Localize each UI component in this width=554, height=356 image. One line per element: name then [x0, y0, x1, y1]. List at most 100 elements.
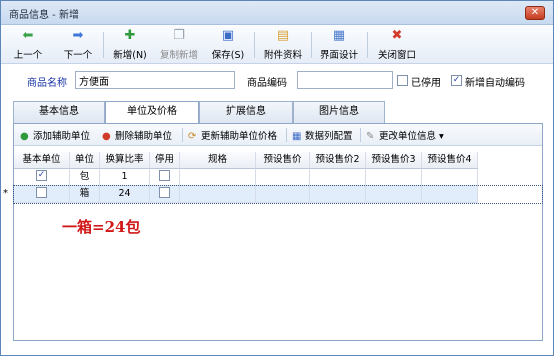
column-header[interactable]: 预设售价3 [366, 152, 422, 169]
product-name-input[interactable] [75, 71, 235, 89]
table-row[interactable]: * 箱 24 [3, 185, 543, 204]
conversion-annotation: 一箱=24包 [62, 218, 141, 236]
delete-aux-unit-button[interactable]: ● 删除辅助单位 [102, 128, 172, 142]
auto-code-checkbox[interactable]: ✓ [451, 75, 462, 86]
column-header[interactable]: 规格 [180, 152, 256, 169]
edit-unit-icon: ✎ [366, 131, 375, 142]
layout-design-label: 界面设计 [319, 50, 358, 61]
add-aux-unit-button[interactable]: ● 添加辅助单位 [20, 128, 90, 142]
arrow-right-icon: ➡ [72, 28, 84, 43]
close-window-button[interactable]: ✖ 关闭窗口 [375, 28, 419, 62]
ratio-cell[interactable]: 1 [100, 169, 150, 186]
base-unit-cell[interactable]: ✓ [14, 169, 70, 186]
update-price-button[interactable]: ⟳ 更新辅助单位价格 [188, 128, 277, 142]
stopped-cell[interactable] [150, 169, 180, 186]
tab-units-prices[interactable]: 单位及价格 [105, 101, 199, 124]
base-unit-checkbox[interactable] [36, 187, 47, 198]
spec-cell[interactable] [180, 169, 256, 186]
product-info-window: 商品信息 - 新增 ✕ ⬅ 上一个 ➡ 下一个 ✚ 新增(N) ❐ 复制新增 ▣… [0, 0, 554, 356]
column-header[interactable]: 停用 [150, 152, 180, 169]
add-icon: ✚ [124, 28, 136, 43]
change-unit-label: 更改单位信息 [379, 131, 437, 142]
tab-basic-info[interactable]: 基本信息 [13, 101, 105, 123]
price3-cell[interactable] [366, 169, 422, 186]
column-header[interactable]: 预设售价 [256, 152, 310, 169]
column-header[interactable]: 单位 [70, 152, 100, 169]
price2-cell[interactable] [310, 186, 366, 203]
attachment-button[interactable]: ▤ 附件资料 [261, 28, 305, 62]
auto-code-label: 新增自动编码 [465, 78, 525, 89]
grid-config-icon: ▦ [292, 131, 302, 142]
disabled-label: 已停用 [411, 78, 441, 89]
layout-design-icon: ▦ [332, 28, 346, 43]
stopped-checkbox[interactable] [159, 170, 170, 181]
column-config-label: 数据列配置 [305, 131, 353, 142]
save-button[interactable]: ▣ 保存(S) [208, 28, 248, 62]
column-header[interactable]: 换算比率 [100, 152, 150, 169]
delete-circle-icon: ● [102, 131, 111, 142]
unit-toolbar-separator [360, 128, 361, 142]
change-unit-dropdown[interactable]: ✎ 更改单位信息 ▾ [366, 128, 444, 142]
arrow-left-icon: ⬅ [22, 28, 34, 43]
main-toolbar: ⬅ 上一个 ➡ 下一个 ✚ 新增(N) ❐ 复制新增 ▣ 保存(S) ▤ 附件资… [1, 26, 553, 64]
grid-header-row: 基本单位 单位 换算比率 停用 规格 预设售价 预设售价2 预设售价3 预设售价… [14, 152, 542, 169]
unit-toolbar: ● 添加辅助单位 ● 删除辅助单位 ⟳ 更新辅助单位价格 ▦ 数据列配置 ✎ 更改单位信息… [14, 124, 542, 146]
add-aux-unit-label: 添加辅助单位 [33, 131, 91, 142]
update-price-label: 更新辅助单位价格 [201, 131, 278, 142]
save-icon: ▣ [221, 28, 235, 43]
previous-button[interactable]: ⬅ 上一个 [11, 28, 45, 62]
close-window-icon: ✖ [391, 28, 403, 43]
copy-add-button[interactable]: ❐ 复制新增 [158, 28, 200, 62]
copy-add-label: 复制新增 [159, 50, 198, 61]
price4-cell[interactable] [422, 169, 478, 186]
layout-design-button[interactable]: ▦ 界面设计 [317, 28, 361, 62]
add-new-label: 新增(N) [113, 50, 147, 61]
spec-cell[interactable] [180, 186, 256, 203]
column-config-button[interactable]: ▦ 数据列配置 [292, 128, 353, 142]
dropdown-arrow-icon: ▾ [436, 131, 444, 142]
column-header[interactable]: 预设售价4 [422, 152, 478, 169]
disabled-checkbox[interactable] [397, 75, 408, 86]
tab-extended-info[interactable]: 扩展信息 [199, 101, 293, 123]
product-code-input[interactable] [297, 71, 393, 89]
base-unit-cell[interactable] [14, 186, 70, 203]
delete-aux-unit-label: 删除辅助单位 [115, 131, 173, 142]
unit-toolbar-separator [182, 128, 183, 142]
table-row[interactable]: ✓ 包 1 [14, 169, 542, 186]
price3-cell[interactable] [366, 186, 422, 203]
stopped-checkbox[interactable] [159, 187, 170, 198]
add-circle-icon: ● [20, 131, 29, 142]
unit-cell[interactable]: 包 [70, 169, 100, 186]
close-icon[interactable]: ✕ [525, 6, 545, 20]
attachment-icon: ▤ [276, 28, 290, 43]
toolbar-separator [367, 32, 368, 58]
toolbar-separator [254, 32, 255, 58]
title-bar: 商品信息 - 新增 ✕ [1, 1, 553, 25]
toolbar-separator [311, 32, 312, 58]
product-code-label: 商品编码 [247, 78, 287, 89]
next-label: 下一个 [63, 50, 93, 61]
stopped-cell[interactable] [150, 186, 180, 203]
next-button[interactable]: ➡ 下一个 [61, 28, 95, 62]
column-header[interactable]: 基本单位 [14, 152, 70, 169]
price2-cell[interactable] [310, 169, 366, 186]
refresh-price-icon: ⟳ [188, 131, 197, 142]
save-label: 保存(S) [211, 50, 245, 61]
tab-strip: 基本信息 单位及价格 扩展信息 图片信息 [13, 101, 543, 124]
close-window-label: 关闭窗口 [377, 50, 416, 61]
copy-icon: ❐ [173, 28, 185, 43]
units-price-panel: ● 添加辅助单位 ● 删除辅助单位 ⟳ 更新辅助单位价格 ▦ 数据列配置 ✎ 更改单位信息… [3, 123, 543, 341]
price1-cell[interactable] [256, 186, 310, 203]
base-unit-checkbox[interactable]: ✓ [36, 170, 47, 181]
previous-label: 上一个 [13, 50, 43, 61]
attachment-label: 附件资料 [263, 50, 302, 61]
tab-image-info[interactable]: 图片信息 [293, 101, 385, 123]
ratio-cell[interactable]: 24 [100, 186, 150, 203]
product-name-label: 商品名称 [27, 78, 67, 89]
price1-cell[interactable] [256, 169, 310, 186]
column-header[interactable]: 预设售价2 [310, 152, 366, 169]
add-new-button[interactable]: ✚ 新增(N) [111, 28, 149, 62]
unit-cell[interactable]: 箱 [70, 186, 100, 203]
unit-toolbar-separator [286, 128, 287, 142]
price4-cell[interactable] [422, 186, 478, 203]
